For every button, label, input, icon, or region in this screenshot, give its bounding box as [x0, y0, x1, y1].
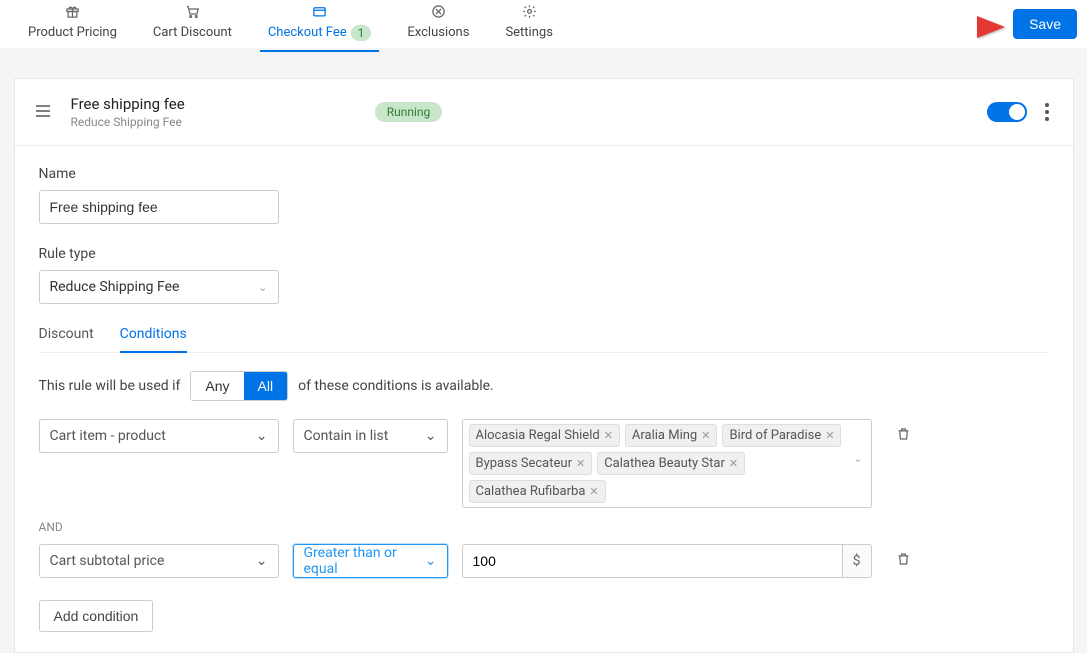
- rule-header: Free shipping fee Reduce Shipping Fee Ru…: [15, 79, 1073, 146]
- condition-field-select[interactable]: Cart item - product ⌄: [39, 419, 279, 453]
- name-label: Name: [39, 166, 1049, 182]
- tag-item: Aralia Ming✕: [625, 424, 718, 447]
- condition-operator-select[interactable]: Greater than or equal ⌄: [293, 544, 448, 578]
- rule-title: Free shipping fee: [71, 95, 185, 113]
- tab-badge: 1: [351, 25, 372, 41]
- add-condition-button[interactable]: Add condition: [39, 600, 154, 632]
- gear-icon: [522, 4, 537, 23]
- condition-field-value: Cart subtotal price: [50, 553, 165, 569]
- annotation-arrow: [917, 12, 1007, 46]
- tab-label: Settings: [505, 25, 552, 40]
- chevron-down-icon: ⌄: [425, 428, 437, 444]
- tab-checkout-fee[interactable]: Checkout Fee 1: [250, 0, 390, 51]
- condition-field-value: Cart item - product: [50, 428, 166, 444]
- tag-remove-icon[interactable]: ✕: [604, 429, 613, 442]
- cond-intro-suffix: of these conditions is available.: [298, 378, 494, 394]
- enable-toggle[interactable]: [987, 102, 1027, 122]
- tag-item: Calathea Rufibarba✕: [469, 480, 606, 503]
- condition-value-input[interactable]: [462, 544, 842, 578]
- cond-intro-prefix: This rule will be used if: [39, 378, 181, 394]
- drag-handle-icon[interactable]: [35, 102, 51, 123]
- tag-remove-icon[interactable]: ✕: [701, 429, 710, 442]
- tag-remove-icon[interactable]: ✕: [576, 457, 585, 470]
- ruletype-select[interactable]: Reduce Shipping Fee ⌄: [39, 270, 279, 304]
- tab-label: Exclusions: [407, 25, 469, 40]
- inner-tab-conditions[interactable]: Conditions: [120, 326, 187, 352]
- tab-label: Product Pricing: [28, 25, 117, 40]
- card-icon: [312, 4, 327, 23]
- cart-icon: [185, 4, 200, 23]
- save-button[interactable]: Save: [1013, 9, 1077, 39]
- and-separator: AND: [39, 520, 1049, 534]
- match-any-button[interactable]: Any: [191, 372, 243, 400]
- rule-subtitle: Reduce Shipping Fee: [71, 115, 185, 129]
- status-badge: Running: [375, 102, 443, 122]
- ruletype-value: Reduce Shipping Fee: [50, 279, 180, 295]
- tab-product-pricing[interactable]: Product Pricing: [10, 0, 135, 51]
- delete-condition-icon[interactable]: [896, 419, 911, 446]
- chevron-down-icon: ⌄: [425, 553, 437, 569]
- tag-item: Alocasia Regal Shield✕: [469, 424, 620, 447]
- condition-operator-value: Greater than or equal: [304, 545, 425, 577]
- chevron-down-icon: ⌄: [256, 553, 268, 569]
- exclude-icon: [431, 4, 446, 23]
- match-all-button[interactable]: All: [244, 372, 288, 400]
- condition-operator-value: Contain in list: [304, 428, 389, 444]
- condition-field-select[interactable]: Cart subtotal price ⌄: [39, 544, 279, 578]
- condition-row: Cart subtotal price ⌄ Greater than or eq…: [39, 544, 1049, 578]
- tag-remove-icon[interactable]: ✕: [589, 485, 598, 498]
- tag-item: Bypass Secateur✕: [469, 452, 593, 475]
- gift-icon: [65, 4, 80, 23]
- name-input[interactable]: [39, 190, 279, 224]
- condition-row: Cart item - product ⌄ Contain in list ⌄ …: [39, 419, 1049, 508]
- match-mode-group: Any All: [190, 371, 288, 401]
- tab-exclusions[interactable]: Exclusions: [389, 0, 487, 51]
- inner-tab-discount[interactable]: Discount: [39, 326, 94, 352]
- tab-settings[interactable]: Settings: [487, 0, 570, 51]
- condition-operator-select[interactable]: Contain in list ⌄: [293, 419, 448, 453]
- chevron-down-icon: ⌄: [256, 428, 268, 444]
- more-menu-icon[interactable]: [1041, 99, 1053, 125]
- tab-label: Cart Discount: [153, 25, 232, 40]
- tab-label: Checkout Fee: [268, 25, 347, 40]
- delete-condition-icon[interactable]: [896, 544, 911, 571]
- ruletype-label: Rule type: [39, 246, 1049, 262]
- chevron-down-icon: ⌄: [258, 281, 267, 294]
- chevron-down-icon: ⌄: [853, 452, 862, 465]
- tag-remove-icon[interactable]: ✕: [729, 457, 738, 470]
- tag-remove-icon[interactable]: ✕: [825, 429, 834, 442]
- currency-suffix: $: [842, 544, 872, 578]
- tag-item: Calathea Beauty Star✕: [597, 452, 745, 475]
- condition-tags-input[interactable]: Alocasia Regal Shield✕ Aralia Ming✕ Bird…: [462, 419, 872, 508]
- tab-cart-discount[interactable]: Cart Discount: [135, 0, 250, 51]
- tag-item: Bird of Paradise✕: [722, 424, 841, 447]
